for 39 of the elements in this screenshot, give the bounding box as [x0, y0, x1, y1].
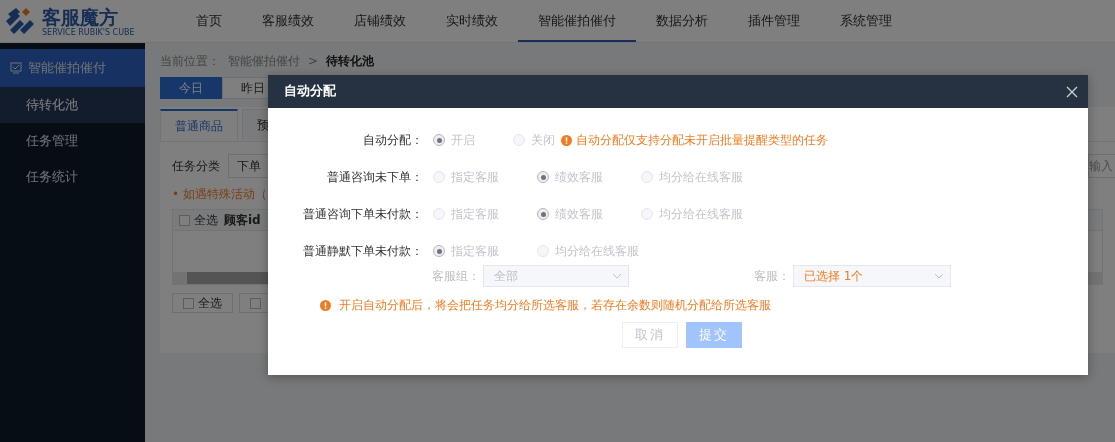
dropdown[interactable]: 全部 — [483, 265, 629, 287]
nav-tab[interactable]: 插件管理 — [728, 0, 820, 42]
caret-icon — [934, 271, 944, 281]
sidebar-group[interactable]: 智能催拍催付 — [0, 49, 145, 87]
notice-text: • 如遇特殊活动（ — [171, 186, 268, 203]
form-label: 自动分配： — [362, 131, 423, 149]
nav-tab[interactable]: 首页 — [176, 0, 242, 42]
checkbox-button[interactable]: 全选 — [172, 293, 233, 313]
hint-text: 自动分配仅支持分配未开启批量提醒类型的任务 — [576, 131, 828, 149]
monitor-icon — [10, 62, 22, 74]
sidebar-item[interactable]: 任务管理 — [0, 123, 145, 159]
logo-name: 客服魔方 — [42, 5, 119, 28]
nav-tab[interactable]: 智能催拍催付 — [518, 0, 636, 42]
nav-tab[interactable]: 店铺绩效 — [334, 0, 426, 42]
date-tab[interactable]: 今日 — [160, 77, 222, 99]
select-label: 客服组： — [432, 267, 480, 285]
sidebar-item[interactable]: 任务统计 — [0, 159, 145, 195]
warning-icon — [320, 300, 331, 311]
select-all-checkbox[interactable]: 全选 — [179, 211, 218, 229]
nav-tab[interactable]: 实时绩效 — [426, 0, 518, 42]
dropdown[interactable]: 已选择 1个 — [793, 265, 951, 287]
nav-tab[interactable]: 数据分析 — [636, 0, 728, 42]
form-label: 普通静默下单未付款： — [302, 242, 423, 260]
nav-tab[interactable]: 系统管理 — [820, 0, 912, 42]
caret-icon — [612, 271, 622, 281]
select-label: 客服： — [754, 267, 790, 285]
warning-text: 开启自动分配后，将会把任务均分给所选客服，若存在余数则随机分配给所选客服 — [339, 297, 771, 314]
column-header: 顾客id — [224, 211, 261, 229]
product-tab[interactable]: 普通商品 — [160, 109, 238, 141]
breadcrumb-current: 待转化池 — [326, 52, 375, 70]
warning-icon — [561, 134, 572, 146]
logo-tagline: SERVICE RUBIK'S CUBE — [42, 27, 135, 37]
form-label: 普通咨询下单未付款： — [302, 205, 423, 223]
breadcrumb-separator: > — [308, 54, 319, 68]
filter-label: 任务分类 — [172, 157, 220, 175]
sidebar-item[interactable]: 待转化池 — [0, 87, 145, 123]
form-label: 普通咨询未下单： — [326, 168, 423, 186]
dialog-title: 自动分配 — [284, 83, 336, 100]
nav-tab[interactable]: 客服绩效 — [242, 0, 334, 42]
